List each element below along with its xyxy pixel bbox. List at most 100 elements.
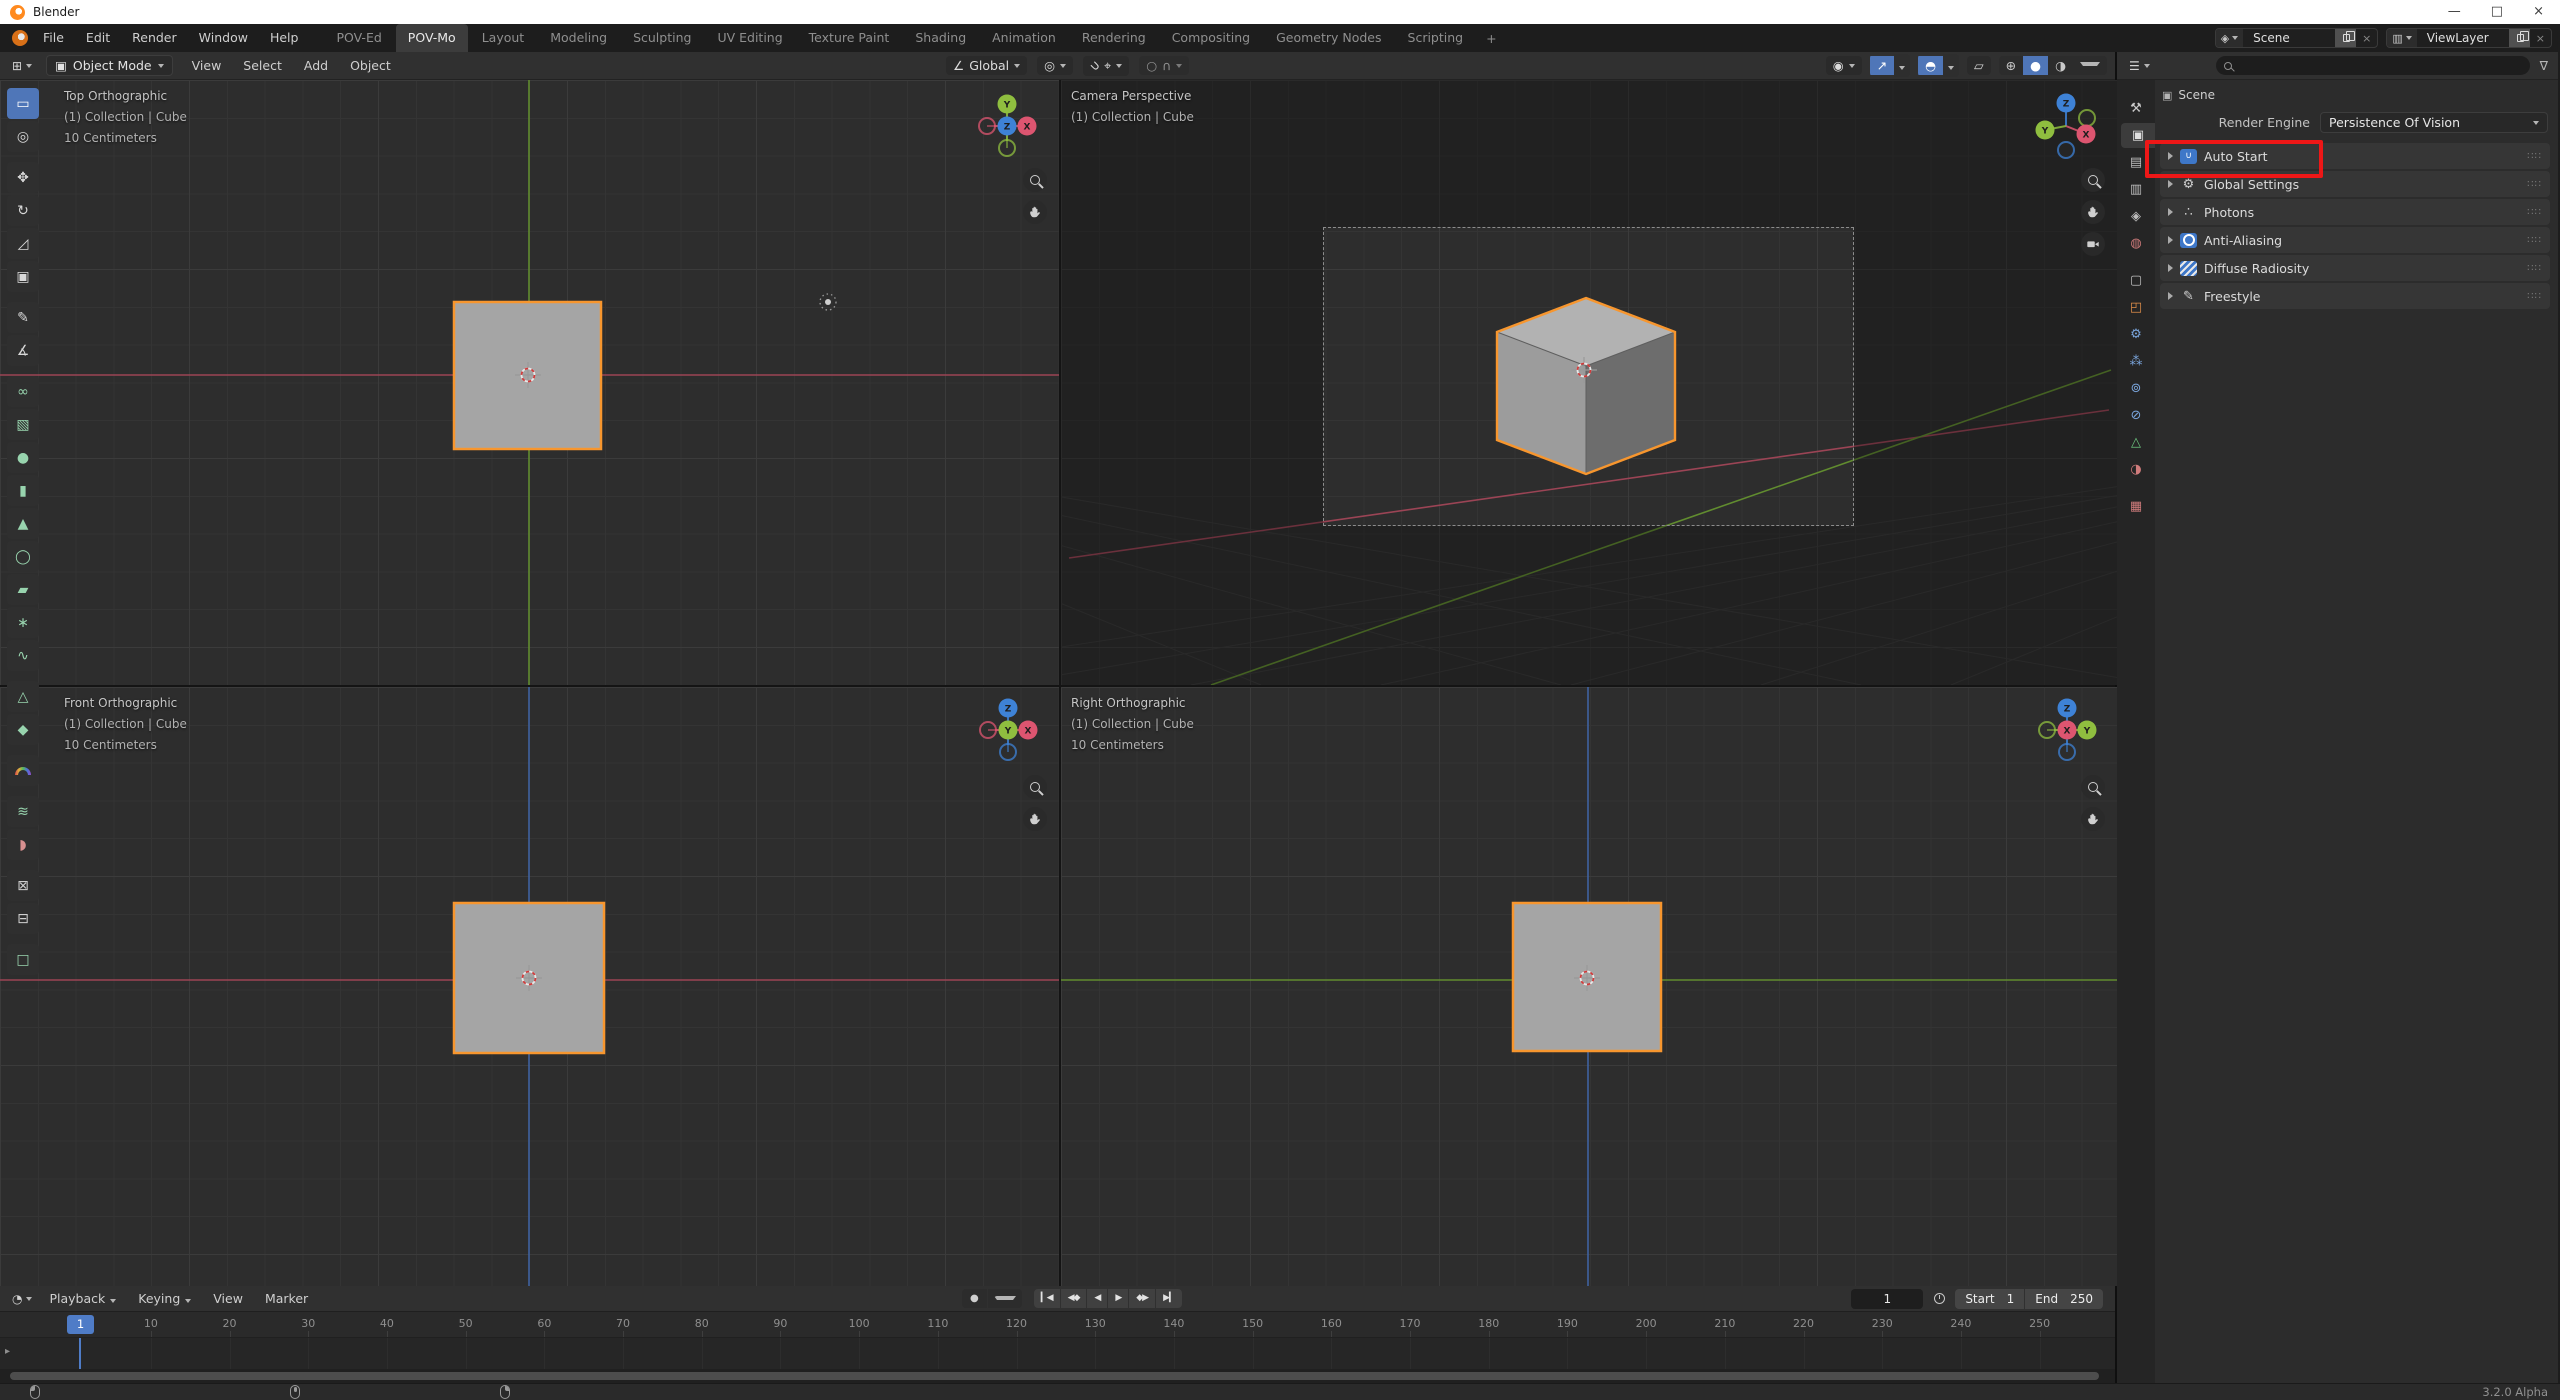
scene-name[interactable]: Scene: [2243, 31, 2335, 45]
menu-help[interactable]: Help: [259, 24, 310, 52]
tool-annotate[interactable]: ✎: [7, 302, 39, 333]
overlays-toggle[interactable]: ◓: [1918, 54, 1959, 77]
shading-solid-button[interactable]: ●: [2023, 56, 2048, 75]
viewport-right[interactable]: Right Orthographic (1) Collection | Cube…: [1061, 687, 2117, 1286]
tool-add-spring[interactable]: ≋: [7, 796, 39, 827]
tab-collection-properties[interactable]: ▢: [2121, 268, 2151, 293]
gizmos-toggle[interactable]: ↗: [1870, 54, 1910, 77]
tool-add-blob[interactable]: ∗: [7, 607, 39, 638]
tool-add-box[interactable]: ▧: [7, 409, 39, 440]
record-button[interactable]: ●: [962, 1289, 987, 1308]
editor-type-button[interactable]: ⊞: [6, 57, 38, 75]
panel-freestyle[interactable]: ✎Freestyle∷∷: [2160, 283, 2550, 309]
overlays-dropdown[interactable]: [1943, 54, 1959, 77]
viewport-menu-select[interactable]: Select: [232, 52, 293, 80]
tab-output-properties[interactable]: ▤: [2121, 150, 2151, 175]
drag-handle-icon[interactable]: ∷∷: [2527, 263, 2542, 274]
pan-button[interactable]: [2081, 807, 2105, 831]
play-reverse-button[interactable]: ◀: [1087, 1289, 1107, 1308]
tab-constraints-properties[interactable]: ⊘: [2121, 403, 2151, 428]
gizmo-dropdown[interactable]: [1894, 54, 1910, 77]
timeline-editor-type-button[interactable]: ◔: [6, 1290, 38, 1308]
shading-dropdown[interactable]: [2073, 56, 2107, 75]
minimize-button[interactable]: —: [2448, 0, 2461, 24]
new-viewlayer-button[interactable]: [2509, 29, 2530, 47]
orientation-dropdown[interactable]: ∠ Global: [946, 56, 1027, 75]
workspace-tab-shading[interactable]: Shading: [903, 24, 978, 52]
tool-select-box[interactable]: ▭: [7, 88, 39, 119]
remove-viewlayer-button[interactable]: ×: [2530, 32, 2551, 45]
tab-object-data-properties[interactable]: △: [2121, 430, 2151, 455]
zoom-button[interactable]: [2081, 775, 2105, 799]
drag-handle-icon[interactable]: ∷∷: [2527, 179, 2542, 190]
tool-measure[interactable]: ∡: [7, 335, 39, 366]
tab-modifiers-properties[interactable]: ⚙: [2121, 322, 2151, 347]
next-keyframe-button[interactable]: ◆▶: [1129, 1289, 1155, 1308]
tool-add-lathe[interactable]: ◗: [7, 829, 39, 860]
tool-add-isosurface-sphere[interactable]: ⊟: [7, 903, 39, 934]
frame-end-field[interactable]: End 250: [2025, 1289, 2103, 1309]
tool-add-heightfield[interactable]: △: [7, 681, 39, 712]
menu-edit[interactable]: Edit: [75, 24, 121, 52]
tab-world-properties[interactable]: ◍: [2121, 231, 2151, 256]
tab-render-properties[interactable]: ▣: [2121, 123, 2155, 148]
preview-range-button[interactable]: [1928, 1289, 1950, 1309]
viewport-menu-object[interactable]: Object: [339, 52, 402, 80]
workspace-tab-animation[interactable]: Animation: [980, 24, 1068, 52]
shading-material-button[interactable]: ◑: [2048, 56, 2073, 75]
viewport-top[interactable]: Top Orthographic (1) Collection | Cube 1…: [0, 80, 1059, 685]
menu-window[interactable]: Window: [188, 24, 259, 52]
tab-physics-properties[interactable]: ⊚: [2121, 376, 2151, 401]
workspace-tab-scripting[interactable]: Scripting: [1396, 24, 1476, 52]
jump-to-end-button[interactable]: ▶▎: [1156, 1289, 1182, 1308]
tool-add-sphere[interactable]: ●: [7, 442, 39, 473]
blender-menu-icon[interactable]: [12, 30, 28, 46]
tool-rotate[interactable]: ↻: [7, 195, 39, 226]
vp-right-axis-gizmo[interactable]: ZYX: [2035, 696, 2099, 764]
workspace-tab-rendering[interactable]: Rendering: [1070, 24, 1158, 52]
workspace-tab-compositing[interactable]: Compositing: [1160, 24, 1262, 52]
workspace-tab-modeling[interactable]: Modeling: [538, 24, 619, 52]
workspace-tab-uv-editing[interactable]: UV Editing: [705, 24, 794, 52]
tab-object-properties[interactable]: ◰: [2121, 295, 2151, 320]
menu-file[interactable]: File: [32, 24, 75, 52]
render-engine-dropdown[interactable]: Persistence Of Vision: [2320, 112, 2548, 133]
timeline-menu-marker[interactable]: Marker: [254, 1285, 319, 1313]
properties-search-input[interactable]: [2216, 56, 2530, 75]
pivot-dropdown[interactable]: ◎: [1037, 56, 1073, 75]
tab-scene-properties[interactable]: ◈: [2121, 204, 2151, 229]
proportional-edit-controls[interactable]: ○ ∩: [1139, 56, 1189, 75]
add-workspace-button[interactable]: +: [1476, 31, 1506, 46]
tool-move[interactable]: ✥: [7, 162, 39, 193]
unlink-scene-button[interactable]: ×: [2356, 32, 2377, 45]
viewport-camera[interactable]: Camera Perspective (1) Collection | Cube…: [1061, 80, 2117, 685]
viewport-front[interactable]: Front Orthographic (1) Collection | Cube…: [0, 687, 1059, 1286]
timeline-tracks[interactable]: ▸: [0, 1338, 2115, 1369]
panel-auto-start[interactable]: ∪Auto Start∷∷: [2160, 143, 2550, 169]
channel-expander-icon[interactable]: ▸: [5, 1346, 10, 1357]
camera-frame[interactable]: [1323, 227, 1854, 526]
tab-view-layer-properties[interactable]: ▥: [2121, 177, 2151, 202]
maximize-button[interactable]: □: [2491, 0, 2503, 24]
scene-browse-button[interactable]: ◈: [2216, 29, 2243, 47]
panel-anti-aliasing[interactable]: Anti-Aliasing∷∷: [2160, 227, 2550, 253]
drag-handle-icon[interactable]: ∷∷: [2527, 207, 2542, 218]
tool-add-prism[interactable]: ▰: [7, 574, 39, 605]
timeline-menu-view[interactable]: View: [202, 1285, 254, 1313]
tab-material-properties[interactable]: ◑: [2121, 457, 2151, 482]
vp-camera-axis-gizmo[interactable]: ZXY: [2032, 90, 2100, 162]
tool-add-mesh-cube[interactable]: □: [7, 944, 39, 975]
workspace-tab-geometry-nodes[interactable]: Geometry Nodes: [1264, 24, 1393, 52]
playhead-line[interactable]: [79, 1338, 81, 1369]
viewlayer-selector[interactable]: ▥ ViewLayer ×: [2386, 28, 2552, 48]
drag-handle-icon[interactable]: ∷∷: [2527, 291, 2542, 302]
camera-view-button[interactable]: [2081, 232, 2105, 256]
tool-add-superellipsoid[interactable]: ◆: [7, 714, 39, 745]
scene-selector[interactable]: ◈ Scene ×: [2215, 28, 2379, 48]
tool-add-isosurface-box[interactable]: ⊠: [7, 870, 39, 901]
new-scene-button[interactable]: [2335, 29, 2356, 47]
vp-front-axis-gizmo[interactable]: ZXY: [976, 696, 1040, 764]
pan-button[interactable]: [1023, 807, 1047, 831]
filter-icon[interactable]: ∇: [2536, 58, 2552, 73]
workspace-tab-pov-mo[interactable]: POV-Mo: [396, 24, 468, 52]
